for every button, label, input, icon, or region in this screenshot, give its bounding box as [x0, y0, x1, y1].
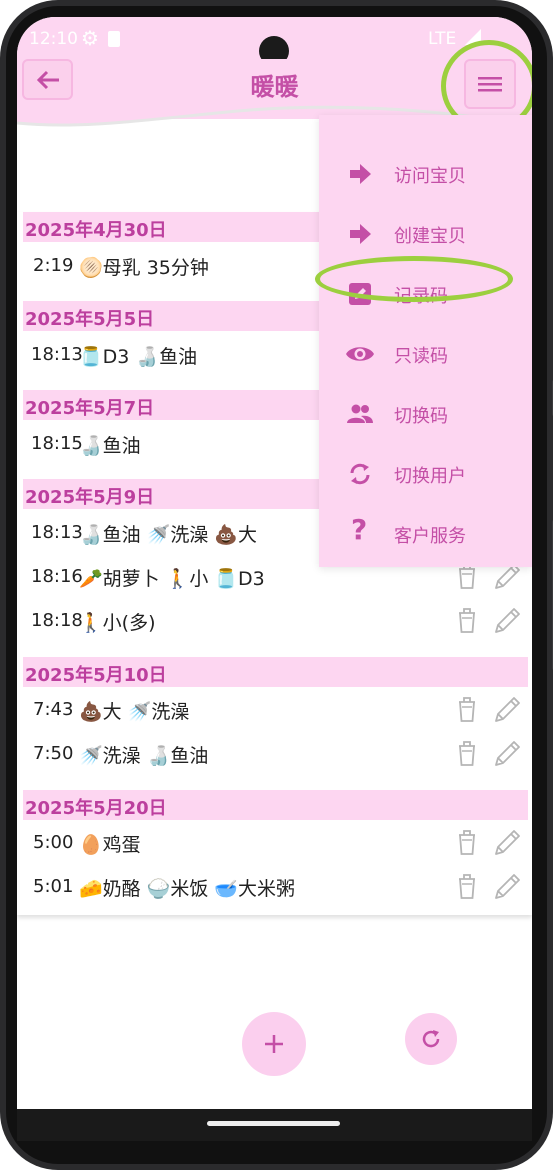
refresh-button[interactable] [405, 1013, 457, 1065]
menu-item-label: 切换码 [394, 406, 448, 427]
date-header: 2025年5月10日 [23, 657, 528, 687]
arrow-right-icon [350, 164, 371, 184]
pencil-icon[interactable] [493, 871, 523, 901]
sync-icon [350, 463, 370, 485]
entry-time: 18:18 [31, 610, 83, 631]
entry-text: 💩大 🚿洗澡 [79, 701, 190, 723]
entry-time: 5:00 [33, 832, 74, 853]
menu-item-customer-service[interactable]: ? 客户服务 [319, 503, 532, 563]
page-title: 暖暖 [250, 73, 299, 101]
screen: 12:10 ⚙ LTE 暖暖 2025年4月30日 2:19 🫓母乳 35分钟 … [17, 17, 532, 1109]
entry-text: 🚿洗澡 🍶鱼油 [79, 745, 209, 767]
menu-item-switch-user[interactable]: 切换用户 [319, 443, 532, 503]
back-button[interactable] [22, 59, 73, 100]
dropdown-menu: 访问宝贝 创建宝贝 记录码 只读码 切换码 切换用户 ? 客户服务 [319, 115, 532, 567]
add-button[interactable] [242, 1012, 306, 1076]
trash-icon[interactable] [455, 872, 479, 900]
menu-item-label: 创建宝贝 [394, 226, 466, 247]
entry-time: 7:50 [33, 743, 74, 764]
status-time: 12:10 [29, 29, 78, 49]
eye-icon [346, 347, 374, 361]
phone-frame: 12:10 ⚙ LTE 暖暖 2025年4月30日 2:19 🫓母乳 35分钟 … [0, 0, 553, 1170]
menu-item-label: 客户服务 [394, 526, 466, 547]
record-code-highlight-oval [315, 256, 513, 302]
trash-icon[interactable] [455, 739, 479, 767]
menu-item-readonly-code[interactable]: 只读码 [319, 323, 532, 383]
menu-item-label: 只读码 [394, 346, 448, 367]
question-icon: ? [351, 513, 368, 546]
sim-card-icon [108, 31, 120, 47]
settings-icon: ⚙ [81, 26, 99, 50]
pencil-icon[interactable] [493, 694, 523, 724]
refresh-icon [422, 1030, 440, 1048]
entry-text: 🫓母乳 35分钟 [79, 257, 209, 279]
menu-item-switch-code[interactable]: 切换码 [319, 383, 532, 443]
network-label: LTE [428, 29, 457, 49]
entry-text: 🍶鱼油 [79, 435, 141, 457]
menu-item-visit-baby[interactable]: 访问宝贝 [319, 143, 532, 203]
people-icon [347, 404, 373, 423]
entry-time: 5:01 [33, 876, 74, 897]
pencil-icon[interactable] [493, 605, 523, 635]
list-item[interactable]: 7:43 💩大 🚿洗澡 [17, 688, 532, 732]
pencil-icon[interactable] [493, 738, 523, 768]
entry-text: 🥚鸡蛋 [79, 834, 141, 856]
entry-time: 18:13 [31, 344, 83, 365]
home-indicator[interactable] [207, 1121, 340, 1126]
arrow-left-icon [36, 70, 59, 89]
list-item[interactable]: 5:01 🧀奶酪 🍚米饭 🥣大米粥 [17, 865, 532, 909]
plus-icon [265, 1035, 283, 1053]
entry-text: 🥕胡萝卜 🚶小 🫙D3 [79, 568, 265, 590]
entry-text: 🧀奶酪 🍚米饭 🥣大米粥 [79, 878, 296, 900]
entry-time: 18:15 [31, 433, 83, 454]
entry-time: 2:19 [33, 255, 74, 276]
list-item[interactable]: 5:00 🥚鸡蛋 [17, 821, 532, 865]
menu-item-create-baby[interactable]: 创建宝贝 [319, 203, 532, 263]
entry-text: 🍶鱼油 🚿洗澡 💩大 [79, 524, 258, 546]
trash-icon[interactable] [455, 606, 479, 634]
trash-icon[interactable] [455, 695, 479, 723]
list-item[interactable]: 18:18 🚶小(多) [17, 599, 532, 643]
list-item[interactable]: 7:50 🚿洗澡 🍶鱼油 [17, 732, 532, 776]
menu-item-label: 切换用户 [394, 466, 466, 487]
entry-text: 🚶小(多) [79, 612, 156, 634]
entry-time: 18:16 [31, 566, 83, 587]
date-header: 2025年5月20日 [23, 790, 528, 820]
entry-text: 🫙D3 🍶鱼油 [79, 346, 198, 368]
entry-time: 18:13 [31, 522, 83, 543]
menu-item-label: 访问宝贝 [394, 166, 466, 187]
trash-icon[interactable] [455, 828, 479, 856]
entry-time: 7:43 [33, 699, 74, 720]
pencil-icon[interactable] [493, 827, 523, 857]
arrow-right-icon [350, 224, 371, 244]
